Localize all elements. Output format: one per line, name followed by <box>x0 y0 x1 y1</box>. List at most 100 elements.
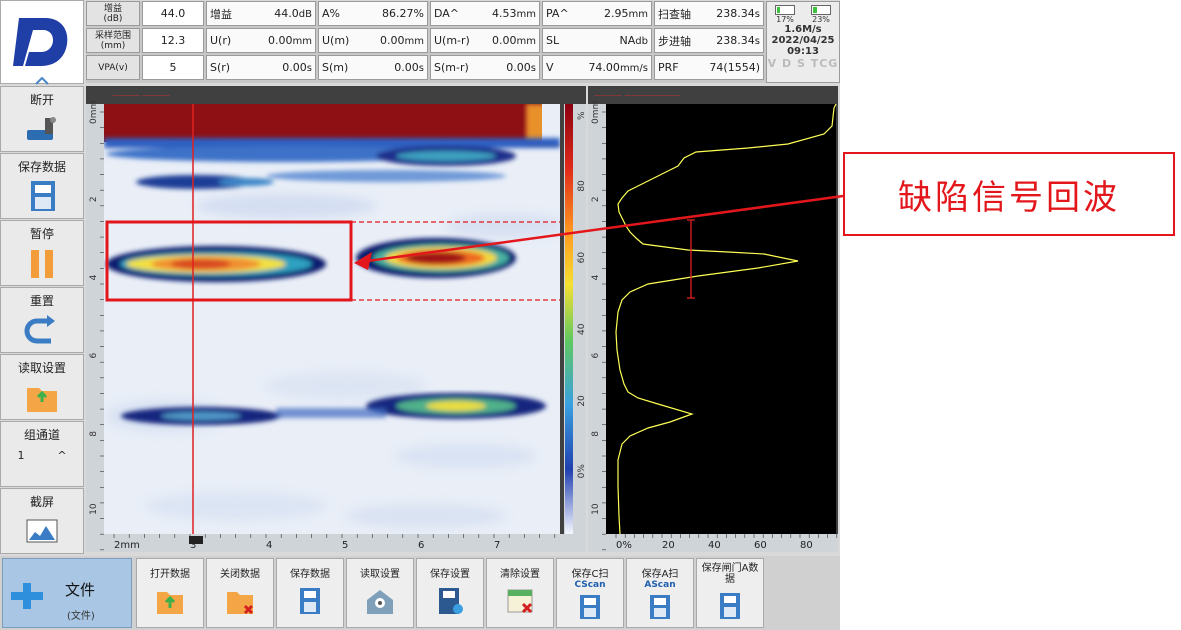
toolbar-label: 清除设置 <box>500 569 540 580</box>
sidebar-item-save-data[interactable]: 保存数据 <box>0 153 84 219</box>
sidebar-item-probe[interactable]: 断开 <box>0 86 84 152</box>
param-unit: s <box>754 9 760 20</box>
param-key: PRF <box>658 61 679 74</box>
logo-d-icon <box>13 18 68 66</box>
y-tick-label: 8 <box>89 431 99 437</box>
param-2-value[interactable]: 12.3 <box>142 28 204 53</box>
annotation-text: 缺陷信号回波 <box>898 177 1120 218</box>
param-1-label: 增益 (dB) <box>86 1 140 26</box>
param-1-value[interactable]: 44.0 <box>142 1 204 26</box>
x-tick-label: 20 <box>662 540 675 551</box>
param-unit: mm <box>292 36 312 47</box>
param-key: SL <box>546 34 560 47</box>
folder-open-icon <box>155 586 185 616</box>
sidebar-item-folder-read[interactable]: 读取设置 <box>0 354 84 420</box>
param-key: U(m-r) <box>434 34 470 47</box>
param-number: 0.00 <box>394 61 419 74</box>
read-settings-icon <box>365 586 395 616</box>
y-tick-label: 10 <box>591 503 601 515</box>
sidebar-item-screenshot[interactable]: 截屏 <box>0 488 84 554</box>
toolbar-label: 保存数据 <box>290 569 330 580</box>
sidebar-item-pause[interactable]: 暂停 <box>0 220 84 286</box>
param-key: 增益 <box>210 7 232 21</box>
collapse-caret-icon[interactable] <box>35 77 49 85</box>
param-unit: mm <box>516 36 536 47</box>
battery2-icon <box>811 5 831 15</box>
param-number: NA <box>619 34 636 47</box>
date-readout: 2022/04/25 <box>771 35 835 46</box>
read-settings-button[interactable]: 读取设置 <box>346 558 414 628</box>
ascan-panel[interactable]: ———— ———————— 0mm 2 4 6 8 10 0% 20 40 60 80 <box>588 86 838 566</box>
x-tick-label: 2mm <box>114 540 140 551</box>
param-unit: dB <box>298 9 312 20</box>
param-cell: V 74.00mm/s <box>542 55 652 80</box>
save-gate-button[interactable]: 保存闸门A数据 <box>696 558 764 628</box>
param-val: 4.53mm <box>492 7 536 20</box>
battery1-percent: 17% <box>776 15 794 24</box>
param-key: A% <box>322 7 340 20</box>
battery2-percent: 23% <box>812 15 830 24</box>
param-unit: s <box>754 36 760 47</box>
save-settings-button[interactable]: 保存设置 <box>416 558 484 628</box>
left-sidebar: 断开 保存数据 暂停重置读取设置组通道 1 ^ 截屏 <box>0 86 84 554</box>
param-unit: mm <box>628 9 648 20</box>
save-button[interactable]: 保存数据 <box>276 558 344 628</box>
x-tick-label: 0% <box>616 540 632 551</box>
param-unit: mm <box>516 9 536 20</box>
y-tick-label: 6 <box>591 353 601 359</box>
clear-settings-button[interactable]: 清除设置 <box>486 558 554 628</box>
toolbar-sublabel: AScan <box>644 580 676 590</box>
param-unit: s <box>306 63 312 74</box>
y-tick-label: 0mm <box>591 101 601 124</box>
param-key: DA^ <box>434 7 460 20</box>
param-unit: db <box>635 36 648 47</box>
cursor-marker[interactable] <box>189 536 203 544</box>
defect-echo-annotation: 缺陷信号回波 <box>843 152 1175 236</box>
param-unit: mm <box>404 36 424 47</box>
battery1-icon <box>775 5 795 15</box>
param-number: 86.27% <box>382 7 424 20</box>
toolbar-label: 打开数据 <box>150 569 190 580</box>
param-cell: S(m-r) 0.00s <box>430 55 540 80</box>
cscan-plot[interactable]: ———— ———— 0mm246810 2mm 3 4 5 6 7 %80604… <box>86 86 587 566</box>
param-cell: SL NAdb <box>542 28 652 53</box>
file-menu-button[interactable]: 文件 (文件) <box>2 558 132 628</box>
param-val: 0.00s <box>394 61 424 74</box>
param-3-label: VPA(v) <box>86 55 140 80</box>
ascan-header-text: ———— ———————— <box>594 91 680 99</box>
cscan-panel[interactable]: ———— ———— 0mm 2 4 6 8 10 2mm 3 4 5 6 7 %… <box>86 86 587 566</box>
param-number: 74.00 <box>588 61 620 74</box>
y-tick-label: 6 <box>89 353 99 359</box>
sidebar-item-reset[interactable]: 重置 <box>0 287 84 353</box>
param-key: U(m) <box>322 34 350 47</box>
save-cscan-icon <box>575 591 605 621</box>
x-tick-label: 4 <box>266 540 272 551</box>
param-cell: A% 86.27% <box>318 1 428 26</box>
param-number: 238.34 <box>716 34 755 47</box>
folder-close-button[interactable]: 关闭数据 <box>206 558 274 628</box>
probe-icon <box>22 112 62 146</box>
folder-open-button[interactable]: 打开数据 <box>136 558 204 628</box>
save-ascan-button[interactable]: 保存A扫 AScan <box>626 558 694 628</box>
chevron-up-icon[interactable]: ^ <box>57 449 66 462</box>
y-tick-label: 8 <box>591 431 601 437</box>
sidebar-label: 重置 <box>29 294 54 308</box>
channel-selector[interactable]: 1 ^ <box>1 449 83 462</box>
toolbar-sublabel: CScan <box>574 580 606 590</box>
sidebar-item-channel[interactable]: 组通道 1 ^ <box>0 421 84 487</box>
ascan-plot[interactable]: ———— ———————— 0mm 2 4 6 8 10 0% 20 40 60 80 <box>588 86 838 566</box>
sidebar-label: 读取设置 <box>17 361 66 375</box>
app-logo <box>0 0 84 85</box>
x-tick-label: 6 <box>418 540 424 551</box>
surface-echo-band <box>104 104 560 142</box>
save-cscan-button[interactable]: 保存C扫 CScan <box>556 558 624 628</box>
ascan-background <box>606 104 836 534</box>
param-key: S(r) <box>210 61 231 74</box>
reset-icon <box>22 313 62 347</box>
param-unit: mm/s <box>619 63 648 74</box>
param-number: 0.00 <box>492 34 517 47</box>
param-number: 0.00 <box>282 61 307 74</box>
colorbar-tick-label: 40 <box>577 323 586 335</box>
y-tick-label: 2 <box>591 196 601 202</box>
param-3-value[interactable]: 5 <box>142 55 204 80</box>
